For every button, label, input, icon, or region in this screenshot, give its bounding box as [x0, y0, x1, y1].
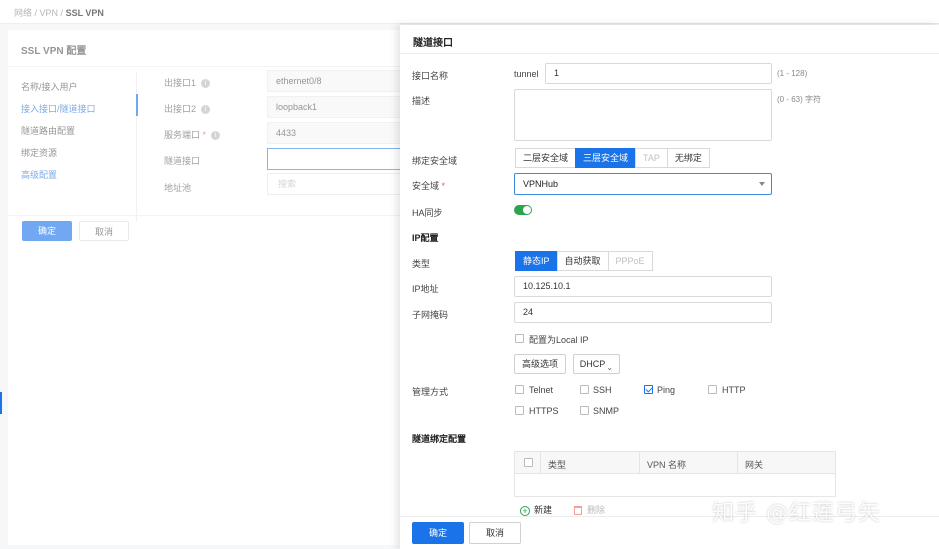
subnet-mask-label: 子网掩码	[412, 310, 449, 320]
iface-name-label: 接口名称	[412, 71, 449, 81]
zone-bind-none[interactable]: 无绑定	[666, 148, 710, 168]
local-ip-checkbox[interactable]	[515, 334, 524, 343]
col-type[interactable]: 类型	[548, 458, 566, 471]
iface-number-input[interactable]: 1	[545, 63, 772, 84]
ip-config-heading: IP配置	[412, 233, 439, 243]
zone-select-value: VPNHub	[523, 179, 559, 189]
divider	[737, 452, 738, 474]
ha-sync-toggle[interactable]	[514, 205, 532, 215]
ping-checkbox[interactable]	[644, 385, 653, 394]
required-mark: *	[441, 181, 446, 191]
type-label: 类型	[412, 259, 431, 269]
ha-sync-label: HA同步	[412, 208, 443, 218]
ip-address-input[interactable]: 10.125.10.1	[514, 276, 772, 297]
zone-bind-l2[interactable]: 二层安全域	[515, 148, 577, 168]
scroll-indicator	[0, 392, 2, 414]
https-label: HTTPS	[529, 406, 559, 416]
drawer-ok-button[interactable]: 确定	[412, 522, 464, 544]
https-checkbox[interactable]	[515, 406, 524, 415]
ip-type-segment: 静态IP 自动获取 PPPoE	[515, 251, 653, 271]
snmp-label: SNMP	[593, 406, 620, 416]
ping-label: Ping	[657, 385, 676, 395]
zone-bind-label: 绑定安全域	[412, 156, 458, 166]
iface-prefix: tunnel	[514, 69, 539, 79]
telnet-checkbox[interactable]	[515, 385, 524, 394]
select-all-checkbox[interactable]	[524, 458, 533, 467]
zone-label: 安全域 *	[412, 179, 445, 192]
local-ip-label: 配置为Local IP	[529, 335, 589, 345]
zone-bind-l3[interactable]: 三层安全域	[575, 148, 637, 168]
advanced-options-button[interactable]: 高级选项	[514, 354, 566, 374]
http-label: HTTP	[722, 385, 746, 395]
add-binding-button[interactable]: + 新建	[520, 503, 552, 516]
ip-type-dhcp[interactable]: 自动获取	[556, 251, 609, 271]
zone-label-text: 安全域	[412, 181, 440, 191]
modal-overlay[interactable]	[0, 0, 400, 549]
zone-select[interactable]: VPNHub	[514, 173, 772, 195]
ip-address-label: IP地址	[412, 284, 439, 294]
ip-type-pppoe[interactable]: PPPoE	[607, 251, 653, 271]
telnet-label: Telnet	[529, 385, 554, 395]
delete-binding-button[interactable]: 删除	[574, 503, 605, 516]
drawer-cancel-button[interactable]: 取消	[469, 522, 521, 544]
delete-binding-label: 删除	[587, 505, 606, 515]
chevron-down-icon	[759, 182, 765, 186]
desc-label: 描述	[412, 96, 431, 106]
add-binding-label: 新建	[534, 505, 553, 515]
col-vpn-name[interactable]: VPN 名称	[647, 458, 686, 471]
ssh-checkbox[interactable]	[580, 385, 589, 394]
ssh-label: SSH	[593, 385, 612, 395]
divider	[400, 53, 939, 54]
tunnel-binding-heading: 隧道绑定配置	[412, 434, 467, 444]
tunnel-binding-table: 类型 VPN 名称 网关	[514, 451, 836, 497]
iface-hint: (1 - 128)	[777, 69, 808, 78]
plus-icon: +	[520, 505, 530, 516]
divider	[540, 452, 541, 474]
watermark: 知乎 @红莲弓矢	[712, 501, 881, 526]
tunnel-interface-drawer: 隧道接口 接口名称 tunnel 1 (1 - 128) 描述 (0 - 63)…	[400, 25, 939, 549]
dhcp-dropdown-label: DHCP	[579, 359, 606, 369]
table-header: 类型 VPN 名称 网关	[515, 452, 835, 474]
chevron-down-icon: ⌄	[606, 363, 613, 372]
desc-textarea[interactable]	[514, 89, 772, 141]
col-gateway[interactable]: 网关	[745, 458, 763, 471]
divider	[639, 452, 640, 474]
zone-bind-tap[interactable]: TAP	[635, 148, 668, 168]
desc-hint: (0 - 63) 字符	[777, 95, 822, 104]
zone-bind-segment: 二层安全域 三层安全域 TAP 无绑定	[515, 148, 710, 168]
http-checkbox[interactable]	[708, 385, 717, 394]
mgmt-label: 管理方式	[412, 387, 449, 397]
drawer-title: 隧道接口	[413, 38, 453, 49]
subnet-mask-input[interactable]: 24	[514, 302, 772, 323]
dhcp-dropdown-button[interactable]: DHCP ⌄	[573, 354, 620, 374]
ip-type-static[interactable]: 静态IP	[515, 251, 558, 271]
trash-icon	[574, 506, 582, 516]
snmp-checkbox[interactable]	[580, 406, 589, 415]
